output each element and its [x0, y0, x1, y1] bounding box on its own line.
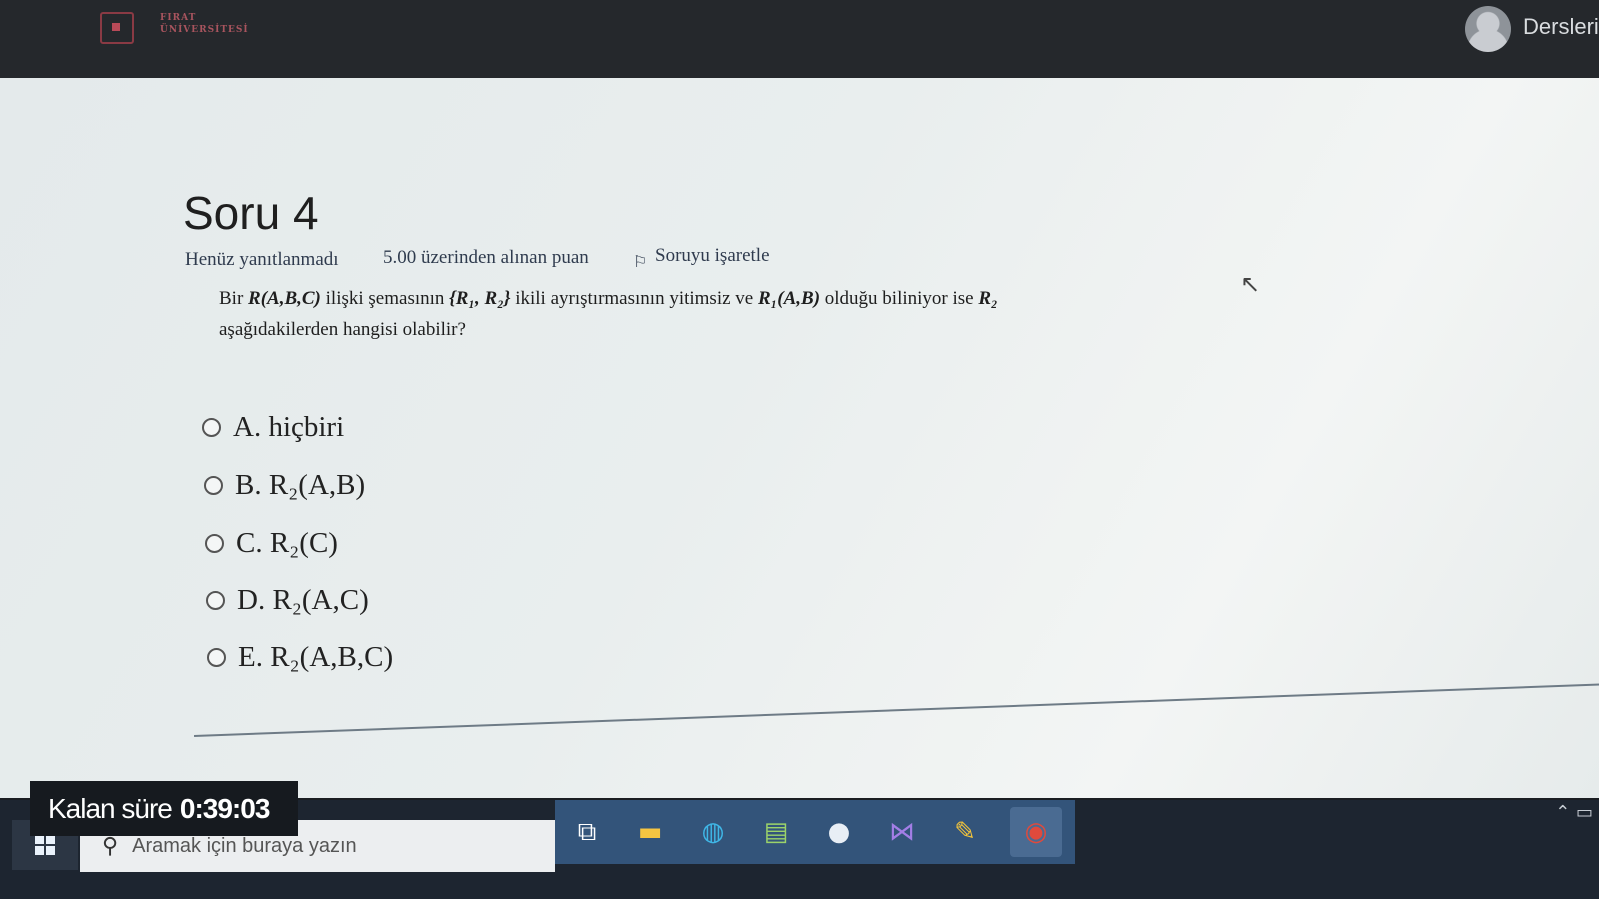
university-logo-text[interactable]: FIRAT ÜNİVERSİTESİ [160, 12, 249, 36]
relation-r2: R₂ [978, 288, 998, 309]
question-text-part: olduğu biliniyor ise [820, 288, 979, 309]
logo-line-1: FIRAT [160, 13, 197, 23]
question-divider [194, 683, 1599, 737]
question-text-part: Bir [219, 288, 249, 309]
windows-logo-icon [35, 835, 55, 855]
answer-option-b[interactable]: B. R₂(A,B) [204, 469, 365, 502]
visual-studio-icon[interactable]: ⋈ [884, 814, 920, 850]
question-grade: 5.00 üzerinden alınan puan [383, 247, 589, 268]
relation-schema: R(A,B,C) [248, 288, 321, 309]
question-text: Bir R(A,B,C) ilişki şemasının {R₁, R₂} i… [219, 283, 1039, 345]
radio-button[interactable] [206, 591, 225, 610]
remaining-time-badge: Kalan süre 0:39:03 [30, 781, 298, 836]
file-explorer-icon[interactable]: ▬ [632, 814, 668, 850]
option-label: A. hiçbiri [233, 411, 345, 443]
answer-option-c[interactable]: C. R₂(C) [205, 527, 338, 560]
notepad-icon[interactable]: ▤ [758, 814, 794, 850]
question-text-part: ikili ayrıştırmasının yitimsiz ve [510, 288, 758, 309]
option-label: C. R₂(C) [236, 527, 338, 559]
question-text-part: ilişki şemasının [320, 288, 450, 309]
tool-icon[interactable]: ✎ [947, 814, 983, 850]
courses-link[interactable]: Dersleri [1523, 14, 1599, 40]
answer-option-a[interactable]: A. hiçbiri [202, 411, 344, 444]
edge-icon[interactable]: ◍ [695, 814, 731, 850]
task-view-icon[interactable]: ⧉ [569, 814, 605, 850]
option-label: D. R₂(A,C) [237, 584, 369, 616]
pinned-apps: ⧉ ▬ ◍ ▤ ● ⋈ ✎ ◉ [555, 800, 1075, 864]
question-status: Henüz yanıtlanmadı [185, 249, 339, 270]
search-placeholder: Aramak için buraya yazın [132, 834, 357, 857]
flag-icon[interactable]: ⚐ [633, 252, 647, 272]
user-avatar[interactable] [1465, 6, 1511, 52]
logo-line-2: ÜNİVERSİTESİ [160, 25, 249, 35]
top-navbar: FIRAT ÜNİVERSİTESİ Dersleri [0, 0, 1599, 78]
chrome-icon[interactable]: ◉ [1010, 807, 1062, 857]
question-text-part: aşağıdakilerden hangisi olabilir? [219, 319, 466, 340]
timer-value: 0:39:03 [179, 792, 271, 824]
radio-button[interactable] [205, 534, 224, 553]
university-logo-icon[interactable] [100, 12, 134, 44]
search-icon: ⚲ [102, 833, 119, 859]
system-tray[interactable]: ⌃ ▭ [1555, 802, 1593, 823]
timer-label: Kalan süre [48, 792, 173, 824]
answer-option-e[interactable]: E. R₂(A,B,C) [207, 641, 393, 674]
radio-button[interactable] [207, 648, 226, 667]
flag-question-link[interactable]: Soruyu işaretle [655, 245, 770, 267]
option-label: E. R₂(A,B,C) [238, 641, 394, 673]
radio-button[interactable] [204, 476, 223, 495]
option-label: B. R₂(A,B) [235, 469, 366, 501]
answer-option-d[interactable]: D. R₂(A,C) [206, 584, 369, 617]
relation-r1: R₁(A,B) [757, 288, 821, 309]
decomposition: {R₁, R₂} [449, 288, 511, 309]
question-title: Soru 4 [183, 187, 319, 239]
radio-button[interactable] [202, 418, 221, 437]
quiz-content: Soru 4 Henüz yanıtlanmadı 5.00 üzerinden… [0, 78, 1599, 798]
chat-app-icon[interactable]: ● [821, 814, 857, 850]
mouse-cursor-icon: ↖ [1240, 270, 1261, 298]
